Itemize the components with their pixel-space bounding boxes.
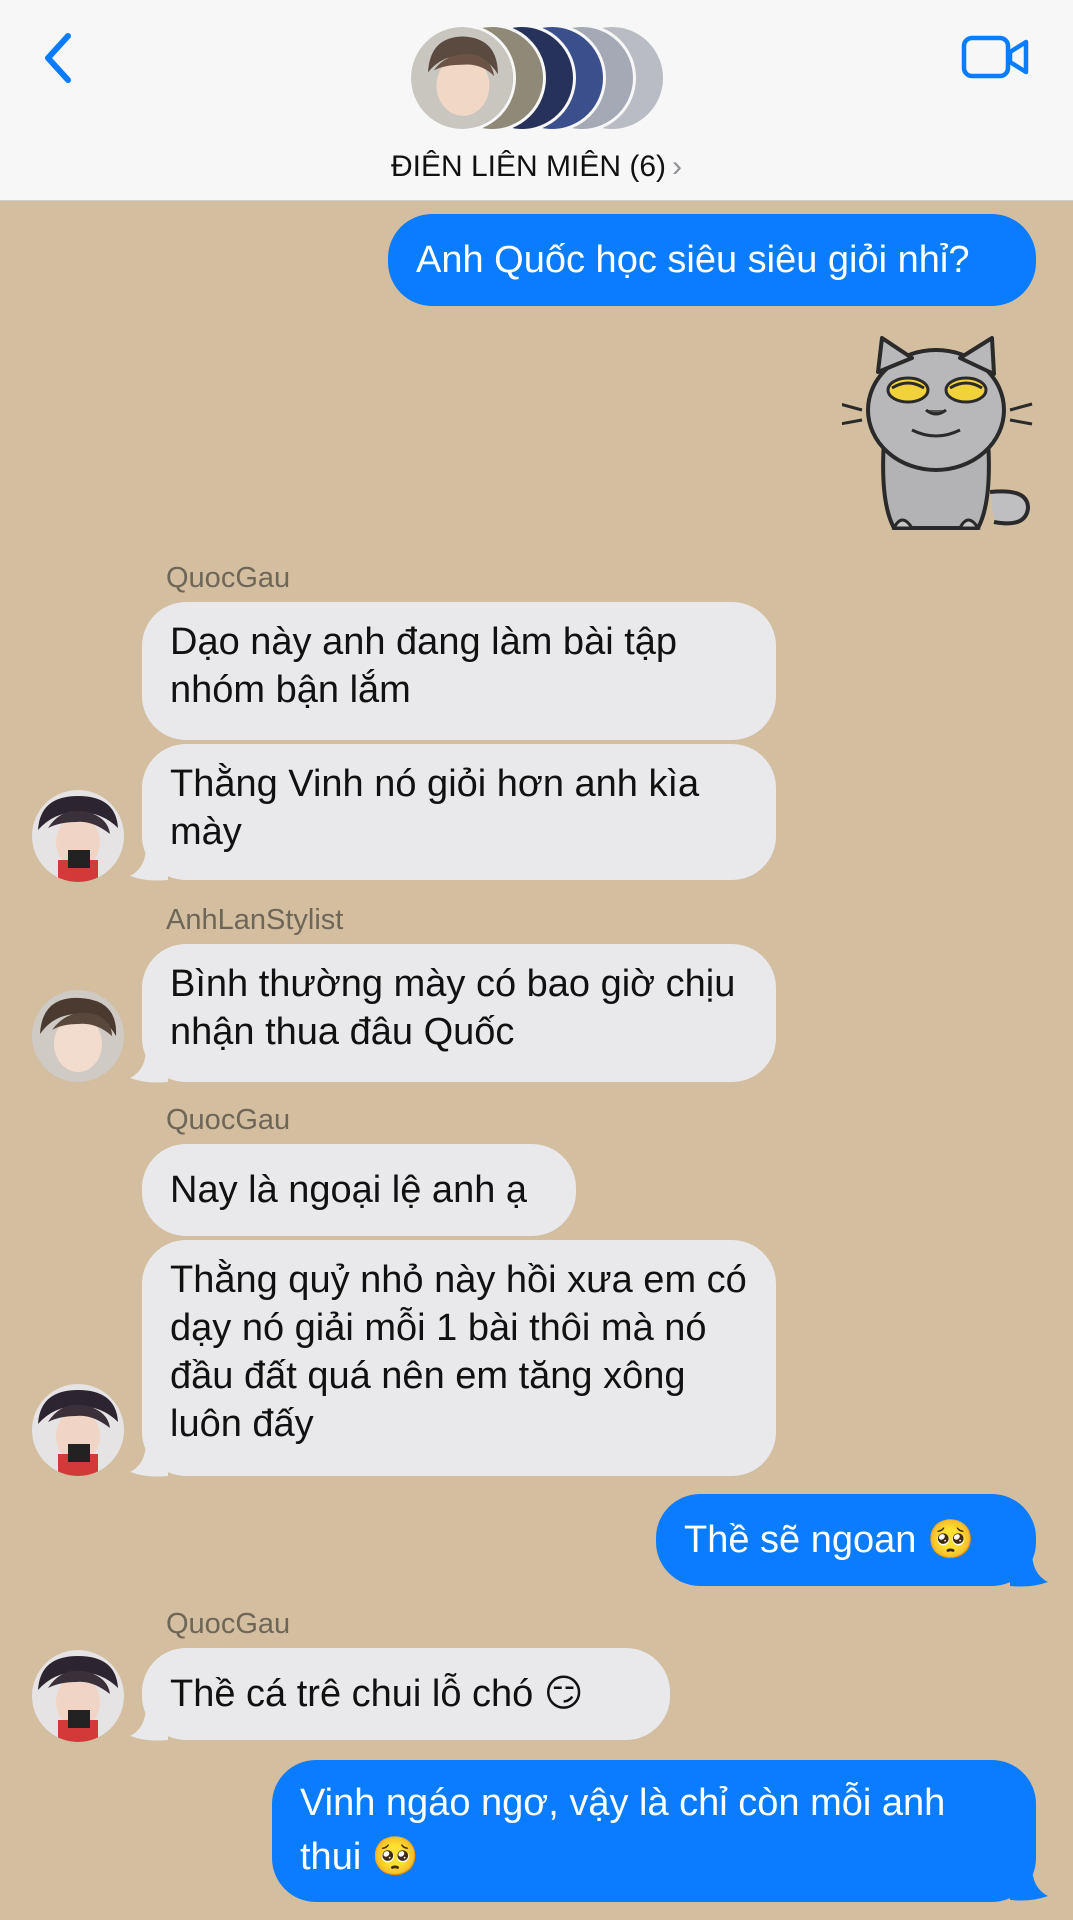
message-text: Anh Quốc học siêu siêu giỏi nhỉ? [416,239,970,281]
avatar[interactable] [32,790,124,882]
chat-header: ĐIÊN LIÊN MIÊN (6) › [0,0,1073,201]
group-name: ĐIÊN LIÊN MIÊN (6) [390,150,667,183]
group-avatar-stack[interactable] [408,24,668,136]
chevron-left-icon[interactable] [36,28,80,88]
outgoing-message[interactable]: Vinh ngáo ngơ, vậy là chỉ còn mỗi anh th… [272,1760,1036,1902]
message-text: Nay là ngoại lệ anh ạ [170,1169,528,1211]
incoming-message[interactable]: Thằng quỷ nhỏ này hồi xưa em có dạy nó g… [142,1240,776,1476]
bubble-tail [1010,1552,1048,1587]
cat-sticker[interactable] [842,332,1038,542]
outgoing-message[interactable]: Anh Quốc học siêu siêu giỏi nhỉ? [388,214,1036,306]
member-avatar [408,24,516,132]
message-text: Thằng quỷ nhỏ này hồi xưa em có dạy nó g… [170,1259,747,1445]
incoming-message[interactable]: Dạo này anh đang làm bài tập nhóm bận lắ… [142,602,776,740]
outgoing-message[interactable]: Thề sẽ ngoan 🥺 [656,1494,1036,1586]
bubble-tail [1010,1866,1048,1901]
bubble-tail [130,1706,168,1741]
incoming-message[interactable]: Thề cá trê chui lỗ chó 😏 [142,1648,670,1740]
avatar[interactable] [32,1384,124,1476]
chevron-right-icon: › [672,150,683,183]
incoming-message[interactable]: Bình thường mày có bao giờ chịu nhận thu… [142,944,776,1082]
message-text: Dạo này anh đang làm bài tập nhóm bận lắ… [170,621,678,711]
message-text: Thề sẽ ngoan 🥺 [684,1519,975,1561]
incoming-message[interactable]: Thằng Vinh nó giỏi hơn anh kìa mày [142,744,776,880]
bubble-tail [130,1048,168,1083]
group-title[interactable]: ĐIÊN LIÊN MIÊN (6) › [0,150,1073,184]
video-camera-icon[interactable] [960,30,1030,84]
bubble-tail [130,846,168,881]
sender-name: QuocGau [166,1608,291,1640]
incoming-message[interactable]: Nay là ngoại lệ anh ạ [142,1144,576,1236]
message-text: Vinh ngáo ngơ, vậy là chỉ còn mỗi anh th… [300,1782,946,1878]
sender-name: QuocGau [166,562,291,594]
sender-name: AnhLanStylist [166,904,344,936]
message-text: Thằng Vinh nó giỏi hơn anh kìa mày [170,763,700,853]
sender-name: QuocGau [166,1104,291,1136]
avatar[interactable] [32,990,124,1082]
avatar[interactable] [32,1650,124,1742]
bubble-tail [130,1442,168,1477]
message-text: Bình thường mày có bao giờ chịu nhận thu… [170,963,736,1053]
message-text: Thề cá trê chui lỗ chó 😏 [170,1673,584,1715]
